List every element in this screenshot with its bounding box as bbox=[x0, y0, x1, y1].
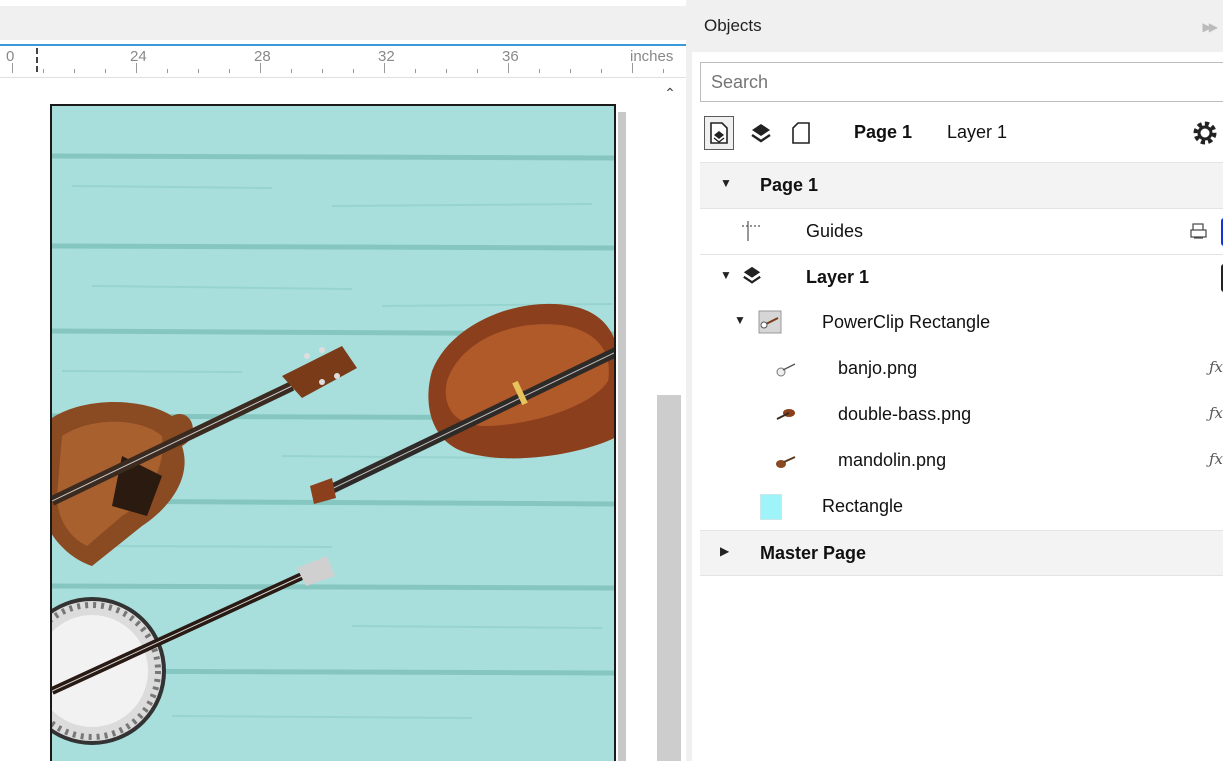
tree-label-layer-1: Layer 1 bbox=[806, 267, 870, 287]
settings-button[interactable] bbox=[1190, 118, 1222, 155]
ruler-tick bbox=[43, 69, 44, 73]
tree-label-rectangle: Rectangle bbox=[822, 496, 904, 516]
effects-icon[interactable]: ƒx bbox=[1209, 358, 1223, 376]
ruler-origin-marker bbox=[36, 48, 38, 72]
ruler-tick bbox=[322, 69, 323, 73]
panel-expand-icon[interactable]: ▶▶ bbox=[1203, 20, 1219, 34]
objects-panel-header: Objects ▶▶ bbox=[692, 0, 1223, 52]
effects-icon[interactable]: ƒx bbox=[1209, 450, 1223, 468]
guides-icon bbox=[742, 221, 760, 241]
ruler-tick bbox=[663, 69, 664, 73]
tree-label-banjo: banjo.png bbox=[838, 358, 918, 378]
ruler-number: 32 bbox=[378, 48, 395, 65]
page-artwork bbox=[52, 153, 614, 745]
rectangle-thumbnail-icon bbox=[760, 494, 782, 520]
ruler-tick bbox=[229, 69, 230, 73]
canvas-top-strip bbox=[0, 0, 686, 40]
collapse-caret-icon[interactable]: ▼ bbox=[720, 176, 732, 190]
app-window: 0 24 28 32 36 inches ⌃ Objects ▶▶ Search… bbox=[0, 0, 1223, 761]
tree-label-powerclip-rectangle: PowerClip Rectangle bbox=[822, 312, 991, 332]
tree-label-master-page: Master Page bbox=[760, 543, 867, 563]
objects-toolbar: Page 1 Layer 1 bbox=[700, 112, 1223, 156]
vertical-scrollbar-thumb[interactable] bbox=[657, 395, 681, 761]
ruler-tick bbox=[74, 69, 75, 73]
drawing-canvas-area[interactable]: 0 24 28 32 36 inches ⌃ bbox=[0, 0, 686, 761]
ruler-tick bbox=[384, 63, 385, 73]
ruler-tick bbox=[136, 63, 137, 73]
show-object-properties-button[interactable] bbox=[704, 116, 734, 150]
tree-row-layer-1[interactable]: ▼ Layer 1 bbox=[700, 254, 1223, 300]
ruler-tick bbox=[632, 63, 633, 73]
layers-view-button[interactable] bbox=[746, 116, 776, 150]
ruler-tick bbox=[291, 69, 292, 73]
ruler-tick bbox=[601, 69, 602, 73]
tree-label-double-bass: double-bass.png bbox=[838, 404, 972, 424]
current-page-label: Page 1 bbox=[854, 122, 913, 142]
tree-row-banjo[interactable]: banjo.png ƒx bbox=[700, 346, 1223, 392]
gear-icon bbox=[1193, 121, 1217, 145]
ruler-tick bbox=[570, 69, 571, 73]
ruler-tick bbox=[260, 63, 261, 73]
tree-label-mandolin: mandolin.png bbox=[838, 450, 947, 470]
ruler-unit-label: inches bbox=[630, 48, 674, 65]
collapse-caret-icon[interactable]: ▼ bbox=[720, 268, 732, 282]
ruler-tick bbox=[415, 69, 416, 73]
tree-row-double-bass[interactable]: double-bass.png ƒx bbox=[700, 392, 1223, 438]
printer-icon[interactable] bbox=[1189, 222, 1209, 242]
effects-icon[interactable]: ƒx bbox=[1209, 404, 1223, 422]
tree-row-rectangle[interactable]: Rectangle bbox=[700, 484, 1223, 530]
expand-caret-icon[interactable]: ▶ bbox=[720, 544, 729, 558]
collapse-caret-icon[interactable]: ▼ bbox=[734, 313, 746, 327]
ruler-tick bbox=[446, 69, 447, 73]
ruler-tick bbox=[105, 69, 106, 73]
ruler-tick bbox=[539, 69, 540, 73]
ruler-tick bbox=[477, 69, 478, 73]
powerclip-thumbnail-icon bbox=[758, 310, 782, 334]
ruler-tick bbox=[167, 69, 168, 73]
objects-search-input[interactable] bbox=[700, 62, 1223, 102]
page-shadow bbox=[618, 112, 626, 761]
pages-view-button[interactable] bbox=[786, 116, 816, 150]
double-bass-thumbnail-icon bbox=[776, 409, 795, 420]
ruler-tick bbox=[198, 69, 199, 73]
tree-row-powerclip-rectangle[interactable]: ▼ PowerClip Rectangle bbox=[700, 300, 1223, 346]
tree-row-guides[interactable]: Guides bbox=[700, 208, 1223, 254]
horizontal-ruler[interactable]: 0 24 28 32 36 inches bbox=[0, 46, 686, 78]
ruler-number: 0 bbox=[6, 48, 15, 65]
objects-panel: Objects ▶▶ Search Page 1 Layer 1 ▼ Page … bbox=[686, 0, 1223, 761]
ruler-number: 36 bbox=[502, 48, 519, 65]
tree-label-guides: Guides bbox=[806, 221, 864, 241]
tree-label-page-1: Page 1 bbox=[760, 175, 819, 195]
tree-row-master-page[interactable]: ▶ Master Page bbox=[700, 530, 1223, 576]
mandolin-thumbnail-icon bbox=[776, 456, 796, 468]
ruler-number: 28 bbox=[254, 48, 271, 65]
ruler-tick bbox=[12, 63, 13, 73]
tree-row-page-1[interactable]: ▼ Page 1 bbox=[700, 162, 1223, 208]
ruler-number: 24 bbox=[130, 48, 147, 65]
page-icon bbox=[792, 122, 810, 144]
ruler-tick bbox=[353, 69, 354, 73]
tree-row-mandolin[interactable]: mandolin.png ƒx bbox=[700, 438, 1223, 484]
drawing-page[interactable] bbox=[50, 104, 616, 761]
ruler-tick bbox=[508, 63, 509, 73]
object-properties-icon bbox=[710, 122, 728, 144]
banjo-thumbnail-icon bbox=[776, 363, 796, 377]
layers-icon bbox=[751, 124, 771, 143]
layers-icon bbox=[743, 266, 761, 284]
scroll-up-arrow-icon[interactable]: ⌃ bbox=[660, 84, 680, 102]
current-layer-label: Layer 1 bbox=[947, 122, 1008, 142]
objects-panel-title: Objects bbox=[704, 16, 762, 35]
